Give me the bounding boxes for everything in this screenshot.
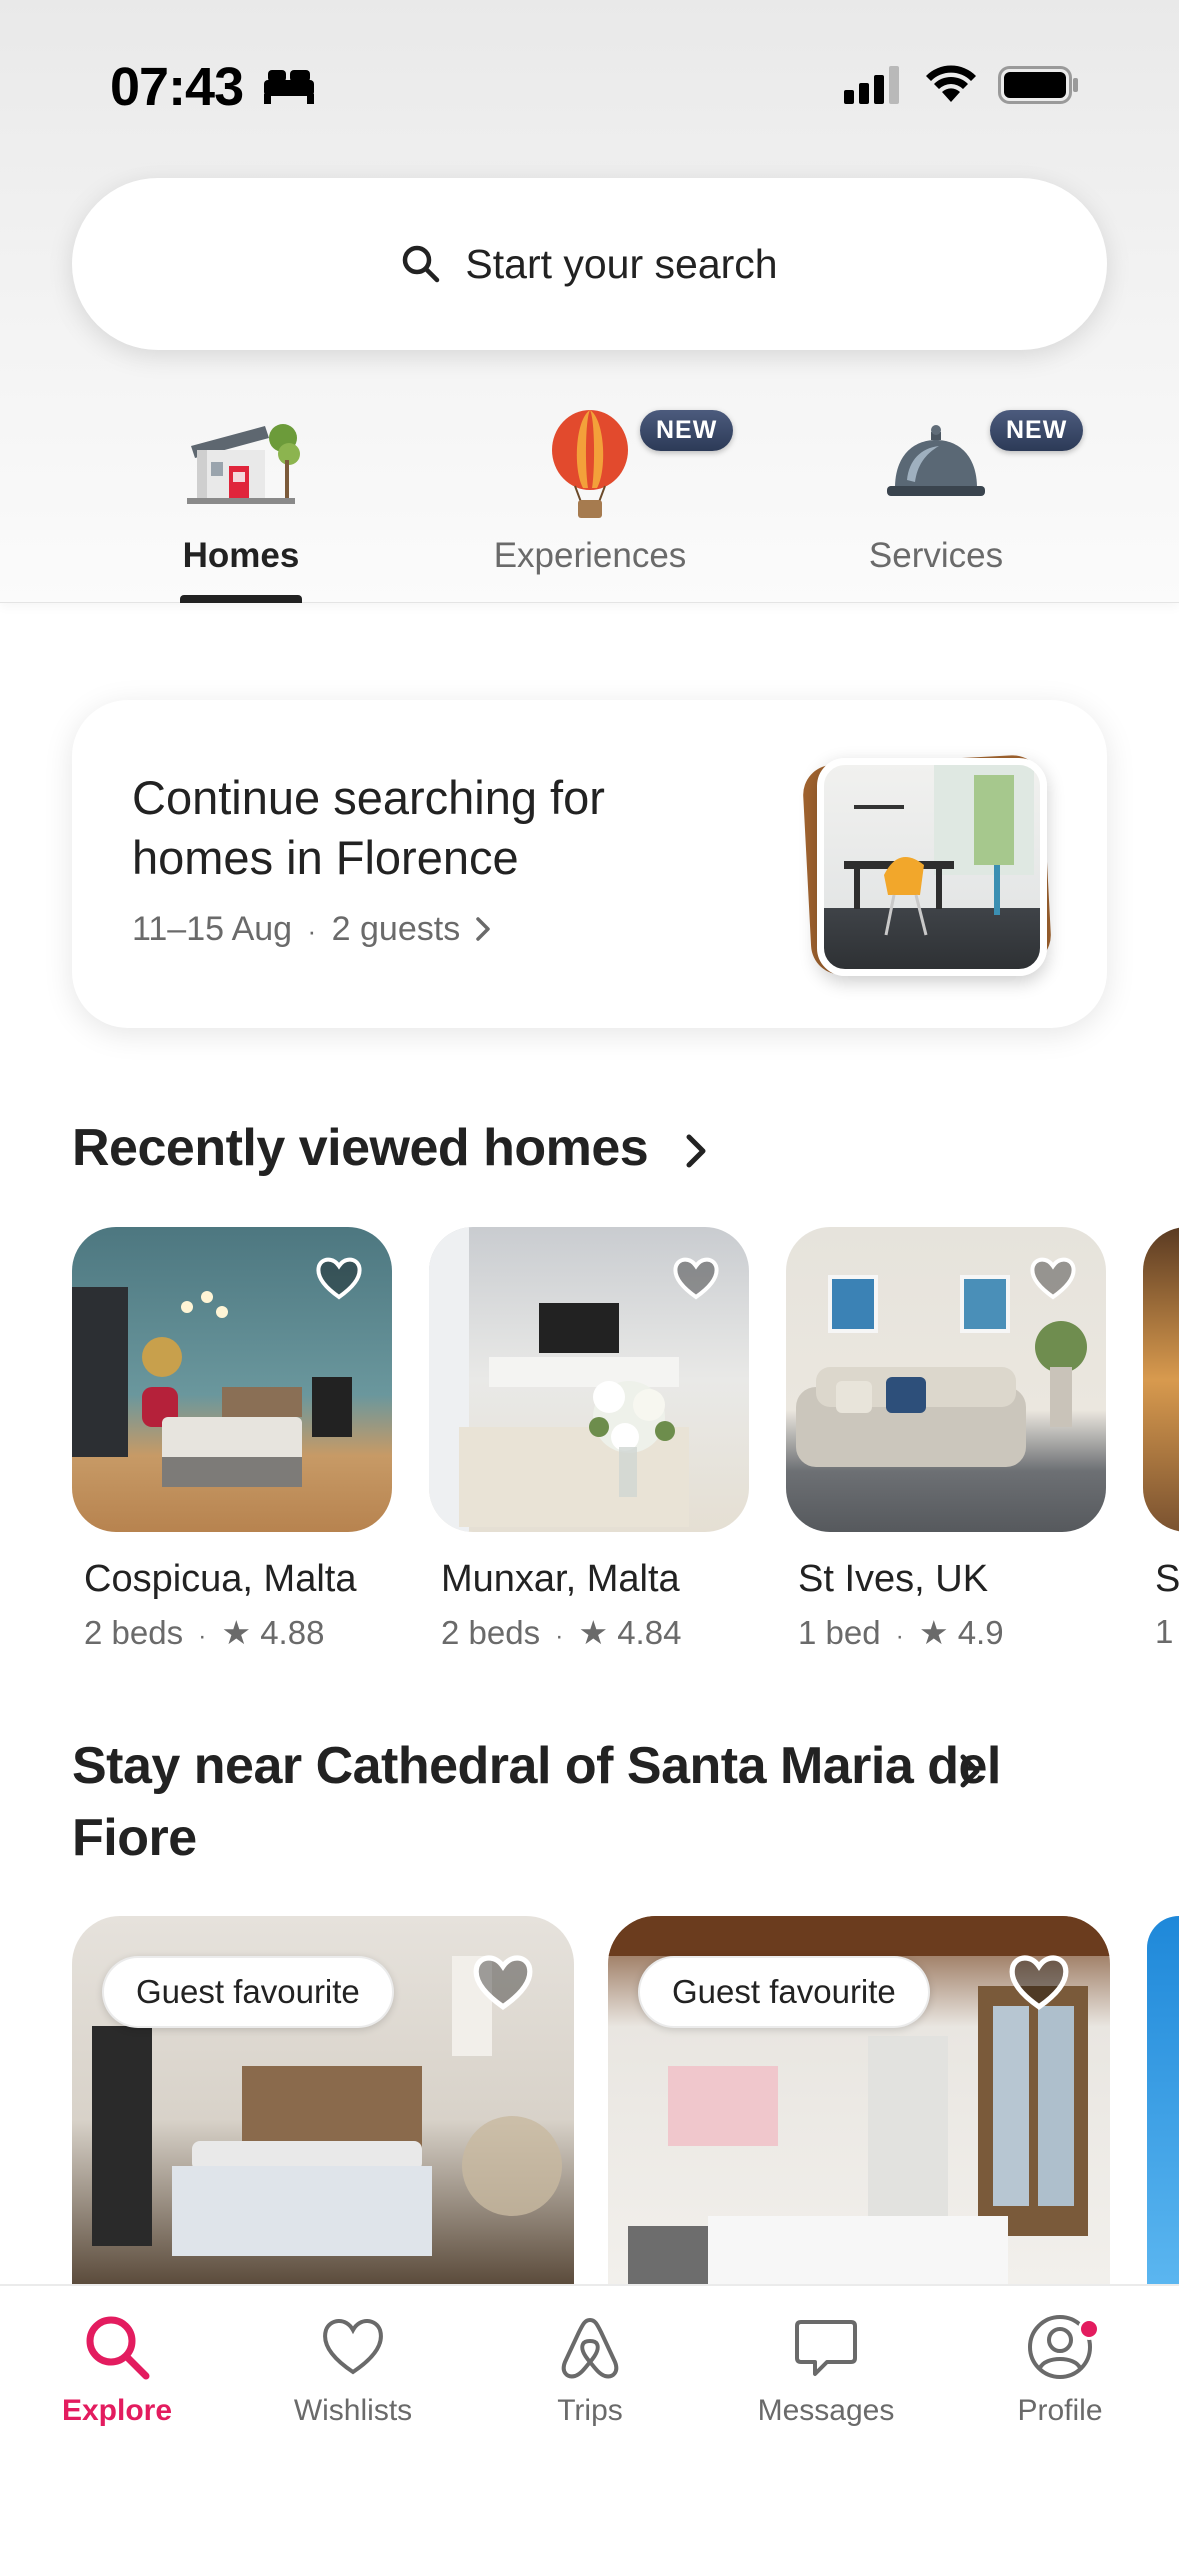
separator: · — [555, 1623, 564, 1650]
separator: · — [307, 916, 317, 946]
listing-image — [1143, 1227, 1179, 1532]
listing-image: Guest favourite — [72, 1916, 574, 2286]
bottom-tab-bar: Explore Wishlists Trips Messages Profile — [0, 2284, 1179, 2556]
listing-card[interactable]: Cospicua, Malta 2 beds · ★ 4.88 — [72, 1227, 392, 1652]
guest-favourite-badge: Guest favourite — [102, 1956, 394, 2028]
tab-label: Services — [868, 536, 1004, 575]
listing-location: Munxar, Malta — [441, 1558, 680, 1600]
nav-label: Trips — [557, 2394, 623, 2427]
status-time: 07:43 — [110, 57, 244, 117]
listing-meta: 2 beds · ★ 4.88 — [84, 1613, 392, 1652]
bed-icon — [264, 70, 314, 104]
cellular-signal-icon — [844, 66, 899, 104]
continue-subtitle: 11–15 Aug · 2 guests — [132, 910, 492, 949]
listing-card[interactable]: S 1 — [1143, 1227, 1179, 1651]
listing-meta: 1 — [1155, 1613, 1179, 1651]
listing-thumbnail — [817, 758, 1047, 976]
airbnb-logo-icon — [561, 2318, 619, 2379]
section-title: Stay near Cathedral of Santa Maria del F… — [72, 1737, 1001, 1867]
message-icon — [795, 2320, 857, 2376]
listing-image — [72, 1227, 392, 1532]
heart-icon[interactable] — [470, 1952, 536, 2012]
listing-card-partial[interactable] — [1147, 1916, 1179, 2286]
listing-location: Cospicua, Malta — [84, 1558, 357, 1600]
nav-label: Explore — [61, 2394, 173, 2427]
listing-location: St Ives, UK — [798, 1558, 989, 1600]
active-tab-indicator — [180, 595, 302, 603]
tab-label: Homes — [182, 536, 300, 575]
new-badge: NEW — [990, 410, 1084, 451]
chevron-right-icon — [475, 917, 490, 941]
continue-title: Continue searching for homes in Florence — [132, 771, 605, 884]
hot-air-balloon-icon — [552, 410, 628, 518]
listing-beds: 2 beds — [84, 1614, 184, 1651]
heart-icon[interactable] — [314, 1255, 364, 1301]
heart-icon[interactable] — [1028, 1255, 1078, 1301]
wifi-icon — [926, 65, 976, 102]
listing-meta: 2 beds · ★ 4.84 — [441, 1613, 749, 1652]
nav-messages[interactable]: Messages — [726, 2312, 926, 2428]
guest-favourite-badge: Guest favourite — [638, 1956, 930, 2028]
listing-location: S — [1155, 1558, 1179, 1600]
tab-label: Experiences — [493, 536, 687, 575]
heart-icon[interactable] — [1006, 1952, 1072, 2012]
listing-card[interactable]: Guest favourite — [72, 1916, 574, 2286]
separator: · — [895, 1623, 904, 1650]
search-guests: 2 guests — [331, 910, 461, 948]
tab-services[interactable]: NEW Services — [806, 400, 1084, 603]
search-dates: 11–15 Aug — [132, 910, 293, 948]
nav-label: Profile — [1017, 2394, 1103, 2427]
battery-icon — [998, 66, 1078, 104]
listing-card[interactable]: Guest favourite — [608, 1916, 1110, 2286]
new-badge: NEW — [640, 410, 734, 451]
listing-image — [429, 1227, 749, 1532]
nav-explore[interactable]: Explore — [17, 2312, 217, 2428]
nav-wishlists[interactable]: Wishlists — [253, 2312, 453, 2428]
star-icon: ★ — [221, 1614, 252, 1651]
stay-near-heading[interactable]: Stay near Cathedral of Santa Maria del F… — [72, 1730, 1032, 1874]
recently-viewed-heading[interactable]: Recently viewed homes — [72, 1118, 708, 1178]
listing-beds: 2 beds — [441, 1614, 541, 1651]
search-placeholder: Start your search — [465, 240, 778, 287]
notification-dot — [1078, 2318, 1100, 2340]
listing-card[interactable]: St Ives, UK 1 bed · ★ 4.9 — [786, 1227, 1106, 1652]
nav-label: Wishlists — [293, 2394, 413, 2427]
chevron-right-icon — [686, 1134, 706, 1168]
search-icon — [403, 245, 440, 283]
listing-card[interactable]: Munxar, Malta 2 beds · ★ 4.84 — [429, 1227, 749, 1652]
tab-homes[interactable]: Homes — [110, 400, 372, 603]
tab-experiences[interactable]: NEW Experiences — [460, 400, 734, 603]
listing-rating: 4.9 — [957, 1614, 1004, 1651]
listing-image: Guest favourite — [608, 1916, 1110, 2286]
service-bell-icon — [887, 425, 985, 496]
heart-icon[interactable] — [671, 1255, 721, 1301]
listing-rating: 4.88 — [260, 1614, 325, 1651]
chevron-right-icon[interactable] — [958, 1752, 982, 1790]
listing-meta: 1 bed · ★ 4.9 — [798, 1613, 1106, 1652]
heart-icon — [323, 2319, 383, 2375]
listing-image — [786, 1227, 1106, 1532]
header: 07:43 Start your search Homes NEW Experi… — [0, 0, 1179, 603]
search-icon — [86, 2316, 150, 2380]
star-icon: ★ — [578, 1614, 609, 1651]
nav-label: Messages — [757, 2394, 895, 2427]
listing-beds: 1 bed — [798, 1614, 881, 1651]
separator: · — [198, 1623, 207, 1650]
star-icon: ★ — [918, 1614, 949, 1651]
section-title: Recently viewed homes — [72, 1119, 649, 1177]
search-bar[interactable]: Start your search — [72, 178, 1107, 350]
nav-profile[interactable]: Profile — [960, 2312, 1160, 2428]
listing-beds: 1 — [1155, 1613, 1174, 1650]
house-icon — [187, 424, 300, 504]
listing-rating: 4.84 — [617, 1614, 682, 1651]
nav-trips[interactable]: Trips — [490, 2312, 690, 2428]
continue-searching-card[interactable]: Continue searching for homes in Florence… — [72, 700, 1107, 1028]
listing-thumbnail-art — [844, 765, 1034, 936]
